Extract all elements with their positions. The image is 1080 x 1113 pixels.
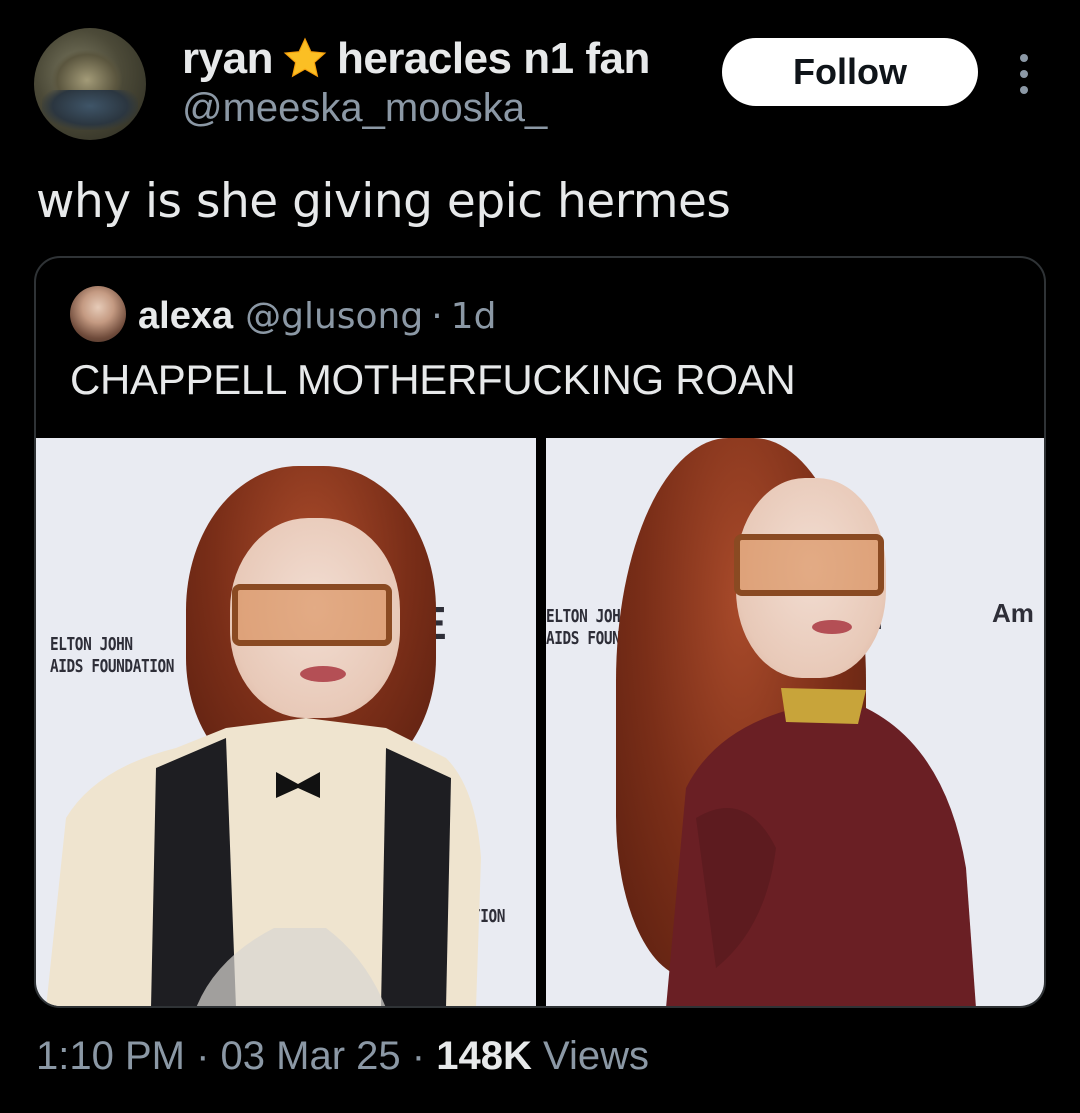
tweet-timestamp[interactable]: 1:10 PM · 03 Mar 25 · 148K Views	[36, 1034, 649, 1079]
author-name-part1: ryan	[182, 34, 273, 83]
backdrop-text: ELTON JOHN AIDS FOUNDATION	[50, 634, 175, 677]
separator-dot: ·	[411, 1034, 426, 1078]
lips	[300, 666, 346, 682]
backdrop-text-right: Am	[992, 598, 1034, 628]
author-avatar[interactable]	[34, 28, 146, 140]
outfit-shape	[666, 688, 976, 1006]
author-display-name[interactable]: ryan heracles n1 fan	[182, 34, 650, 84]
quoted-author-handle: @glusong	[245, 295, 424, 337]
more-options-icon[interactable]	[1014, 54, 1034, 94]
quoted-author-avatar	[70, 286, 126, 342]
quoted-tweet-text: CHAPPELL MOTHERFUCKING ROAN	[70, 356, 796, 403]
sunglasses	[734, 534, 884, 596]
views-label: Views	[542, 1034, 649, 1078]
tweet-date: 03 Mar 25	[220, 1034, 401, 1078]
author-name-part2: heracles n1 fan	[336, 34, 650, 83]
star-icon	[283, 37, 327, 78]
photo-left[interactable]: ELTON JOHN AIDS FOUNDATION E TION	[36, 438, 536, 1006]
quoted-tweet-header: alexa @glusong · 1d	[138, 286, 496, 346]
lips	[812, 620, 852, 634]
follow-button[interactable]: Follow	[722, 38, 978, 106]
quoted-tweet-time: 1d	[450, 295, 497, 337]
tweet-text: why is she giving epic hermes	[36, 174, 731, 229]
author-handle[interactable]: @meeska_mooska_	[182, 86, 547, 131]
outfit-shape	[46, 718, 481, 1006]
tweet-time: 1:10 PM	[36, 1034, 185, 1078]
quoted-tweet-card[interactable]: alexa @glusong · 1d CHAPPELL MOTHERFUCKI…	[34, 256, 1046, 1008]
quoted-author-name: alexa	[138, 294, 234, 337]
views-count: 148K	[436, 1034, 532, 1078]
photo-divider	[536, 438, 546, 1006]
separator-dot: ·	[196, 1034, 210, 1078]
separator-dot: ·	[431, 295, 443, 337]
sunglasses	[232, 584, 392, 646]
photo-right[interactable]: ELTON JOHN AIDS FOUNDATI E Am	[546, 438, 1044, 1006]
